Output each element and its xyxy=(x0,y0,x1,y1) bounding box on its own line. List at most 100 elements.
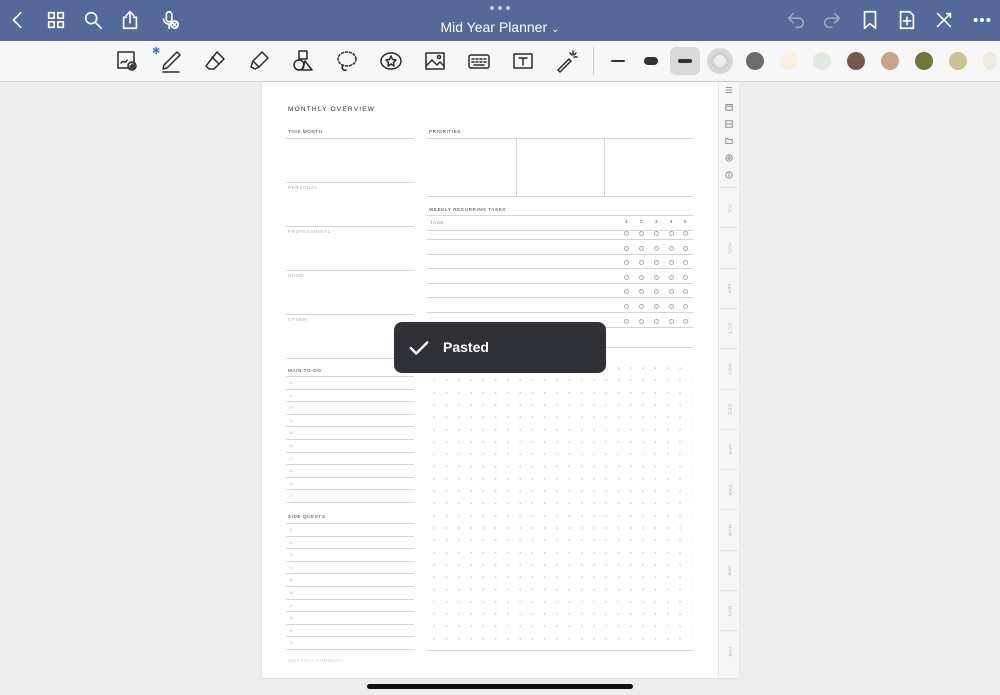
main-todo-row[interactable] xyxy=(286,426,414,428)
side-quest-row[interactable] xyxy=(286,623,414,625)
week-checkbox[interactable] xyxy=(683,304,688,309)
side-quest-row[interactable] xyxy=(286,523,414,524)
week-checkbox[interactable] xyxy=(683,274,688,280)
stroke-medium-icon[interactable] xyxy=(636,47,666,75)
week-checkbox[interactable] xyxy=(624,245,629,251)
color-swatch-7[interactable] xyxy=(915,52,933,70)
color-swatch-9[interactable] xyxy=(983,52,997,70)
eraser-icon[interactable] xyxy=(201,47,229,75)
week-checkbox[interactable] xyxy=(683,318,688,324)
highlighter-icon[interactable] xyxy=(245,47,273,75)
multitasking-handle[interactable] xyxy=(490,6,510,10)
side-quest-row[interactable] xyxy=(286,573,414,575)
laser-pointer-icon[interactable] xyxy=(553,47,581,75)
main-todo-row[interactable] xyxy=(286,451,414,453)
color-swatch-3[interactable] xyxy=(780,52,798,70)
more-icon[interactable] xyxy=(970,8,994,32)
lasso-icon[interactable] xyxy=(333,47,361,75)
week-checkbox[interactable] xyxy=(654,231,659,236)
color-swatch-4[interactable] xyxy=(813,52,831,70)
week-checkbox[interactable] xyxy=(669,304,674,309)
month-tab-mar[interactable]: MAR xyxy=(720,509,738,550)
week-checkbox[interactable] xyxy=(654,304,659,309)
weekly-task-row[interactable] xyxy=(427,282,693,284)
main-todo-row[interactable] xyxy=(286,376,414,377)
main-todo-row[interactable] xyxy=(286,388,414,390)
folder-icon[interactable] xyxy=(724,136,733,145)
month-tab-may[interactable]: MAY xyxy=(720,590,738,631)
month-tab-aug[interactable]: AUG xyxy=(720,227,738,268)
week-checkbox[interactable] xyxy=(639,304,644,309)
image-icon[interactable] xyxy=(421,47,449,75)
main-todo-row[interactable] xyxy=(286,476,414,478)
week-checkbox[interactable] xyxy=(624,289,629,295)
target-icon[interactable] xyxy=(724,153,733,162)
month-tab-dec[interactable]: DEC xyxy=(720,388,738,430)
week-checkbox[interactable] xyxy=(654,260,659,266)
week-checkbox[interactable] xyxy=(683,231,688,236)
main-todo-row[interactable] xyxy=(286,464,414,466)
week-checkbox[interactable] xyxy=(669,274,674,280)
redo-icon[interactable] xyxy=(820,8,844,32)
week-checkbox[interactable] xyxy=(683,245,688,251)
week-checkbox[interactable] xyxy=(624,274,629,280)
main-todo-row[interactable] xyxy=(286,413,414,415)
week-checkbox[interactable] xyxy=(669,260,674,266)
month-tab-nov[interactable]: NOV xyxy=(720,348,738,389)
weekly-task-row[interactable] xyxy=(427,253,693,255)
color-swatch-5[interactable] xyxy=(847,52,865,70)
document-title[interactable]: Mid Year Planner ⌄ xyxy=(0,19,1000,35)
bookmark-icon[interactable] xyxy=(858,8,882,32)
week-checkbox[interactable] xyxy=(669,318,674,324)
month-tab-feb[interactable]: FEB xyxy=(720,469,738,510)
side-quest-row[interactable] xyxy=(286,611,414,613)
undo-icon[interactable] xyxy=(784,8,808,32)
week-checkbox[interactable] xyxy=(639,260,644,266)
weekly-task-row[interactable] xyxy=(427,312,693,313)
week-checkbox[interactable] xyxy=(624,231,629,236)
week-checkbox[interactable] xyxy=(639,245,644,251)
main-todo-row[interactable] xyxy=(286,489,414,491)
side-quest-row[interactable] xyxy=(286,535,414,537)
home-indicator[interactable] xyxy=(367,684,633,689)
stroke-thick-icon[interactable] xyxy=(670,47,700,75)
week-checkbox[interactable] xyxy=(624,318,629,324)
week-checkbox[interactable] xyxy=(624,260,629,266)
weekly-task-row[interactable] xyxy=(427,297,693,299)
week-checkbox[interactable] xyxy=(669,245,674,251)
add-page-icon[interactable] xyxy=(895,8,919,32)
month-tab-jan[interactable]: JAN xyxy=(720,428,738,470)
month-tab-oct[interactable]: OCT xyxy=(720,307,738,349)
month-tab-apr[interactable]: APR xyxy=(720,549,738,591)
week-checkbox[interactable] xyxy=(639,289,644,295)
main-todo-row[interactable] xyxy=(286,401,414,403)
color-swatch-2[interactable] xyxy=(746,52,764,70)
shapes-icon[interactable] xyxy=(289,47,317,75)
week-checkbox[interactable] xyxy=(683,260,688,266)
week-checkbox[interactable] xyxy=(639,231,644,236)
month-tab-jun[interactable]: JUN xyxy=(720,630,738,671)
color-swatch-6[interactable] xyxy=(881,52,899,70)
weekly-task-row[interactable] xyxy=(427,268,693,270)
week-checkbox[interactable] xyxy=(669,231,674,236)
close-toolbar-icon[interactable] xyxy=(932,8,956,32)
side-quest-row[interactable] xyxy=(286,586,414,587)
week-checkbox[interactable] xyxy=(654,245,659,251)
keyboard-icon[interactable] xyxy=(465,47,493,75)
week-icon[interactable] xyxy=(724,119,733,128)
list-icon[interactable] xyxy=(724,85,733,94)
side-quest-row[interactable] xyxy=(286,560,414,562)
week-checkbox[interactable] xyxy=(639,318,644,324)
week-checkbox[interactable] xyxy=(654,318,659,324)
week-checkbox[interactable] xyxy=(654,274,659,280)
main-todo-row[interactable] xyxy=(286,439,414,440)
color-swatch-1[interactable] xyxy=(711,52,729,70)
calendar-icon[interactable] xyxy=(724,102,733,111)
pen-icon[interactable] xyxy=(157,47,185,75)
week-checkbox[interactable] xyxy=(654,289,659,295)
stroke-thin-icon[interactable] xyxy=(603,47,633,75)
side-quest-row[interactable] xyxy=(286,598,414,600)
week-checkbox[interactable] xyxy=(683,289,688,295)
week-checkbox[interactable] xyxy=(669,289,674,295)
month-tab-jul[interactable]: JUL xyxy=(720,187,738,228)
